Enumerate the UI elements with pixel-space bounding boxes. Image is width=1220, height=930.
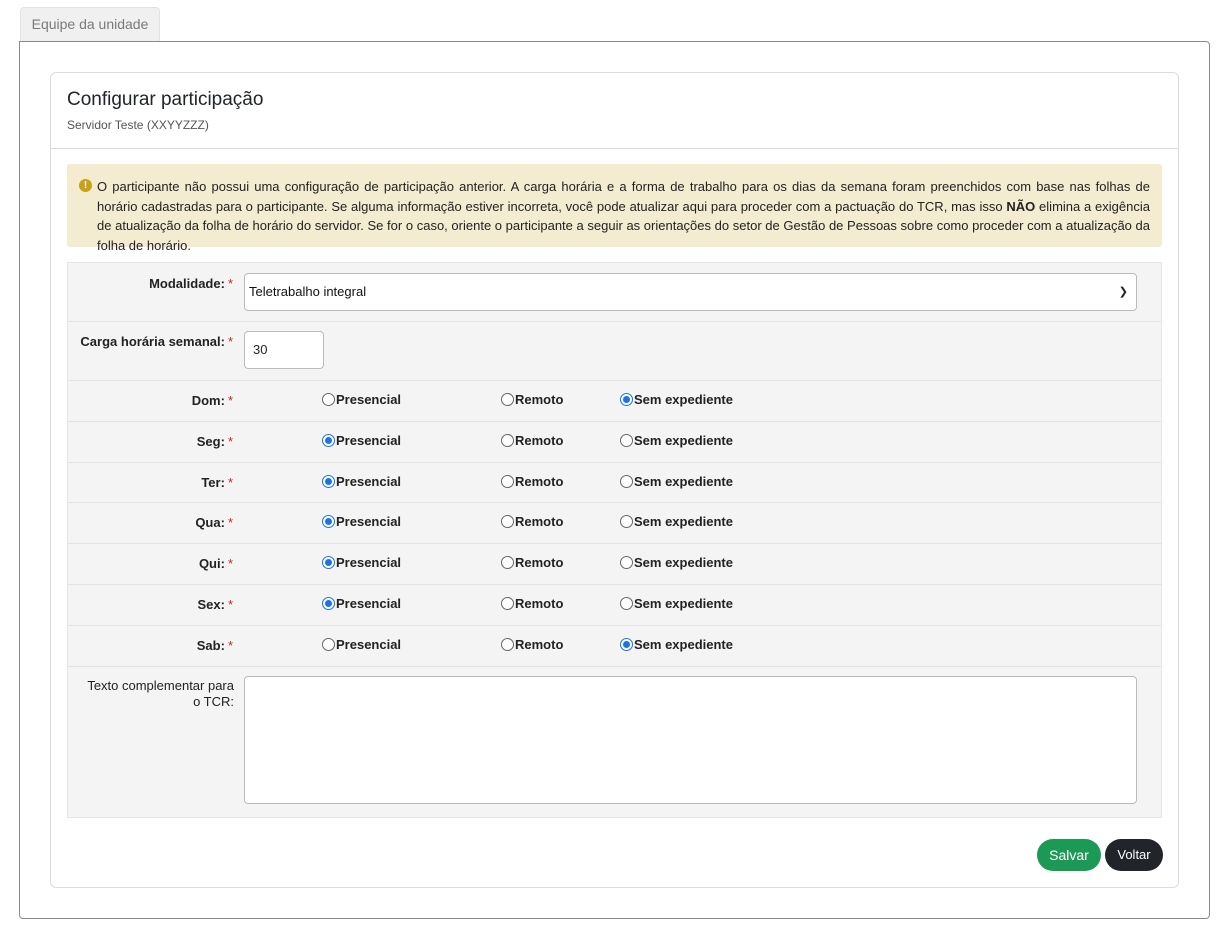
exclamation-icon: ! bbox=[79, 179, 92, 192]
radio-label-remoto: Remoto bbox=[515, 596, 564, 611]
radio-remoto[interactable] bbox=[501, 475, 514, 488]
alert-text-bold: NÃO bbox=[1006, 198, 1036, 214]
row-texto-complementar: Texto complementar para o TCR: bbox=[68, 666, 1161, 818]
radio-sem[interactable] bbox=[620, 393, 633, 406]
radio-remoto[interactable] bbox=[501, 556, 514, 569]
row-day: Sex: * Presencial Remoto Sem expediente bbox=[68, 584, 1161, 626]
radio-presencial[interactable] bbox=[322, 393, 335, 406]
carga-horaria-input[interactable]: 30 bbox=[244, 331, 324, 369]
day-label: Sex: * bbox=[197, 597, 233, 612]
radio-sem[interactable] bbox=[620, 475, 633, 488]
day-label: Sab: * bbox=[196, 638, 233, 653]
carga-label: Carga horária semanal: * bbox=[80, 334, 233, 349]
radio-label-presencial: Presencial bbox=[336, 596, 402, 611]
radio-label-sem: Sem expediente bbox=[634, 433, 733, 448]
radio-presencial[interactable] bbox=[322, 638, 335, 651]
radio-label-sem: Sem expediente bbox=[634, 474, 733, 489]
radio-remoto[interactable] bbox=[501, 597, 514, 610]
radio-sem[interactable] bbox=[620, 638, 633, 651]
radio-sem[interactable] bbox=[620, 434, 633, 447]
modalidade-value: Teletrabalho integral bbox=[249, 284, 367, 299]
radio-label-presencial: Presencial bbox=[336, 474, 402, 489]
radio-label-presencial: Presencial bbox=[336, 514, 402, 529]
texto-complementar-textarea[interactable] bbox=[244, 676, 1137, 804]
radio-presencial[interactable] bbox=[322, 475, 335, 488]
row-day: Sab: * Presencial Remoto Sem expediente bbox=[68, 625, 1161, 667]
chevron-down-icon: ❯ bbox=[1118, 286, 1128, 298]
radio-label-remoto: Remoto bbox=[515, 555, 564, 570]
radio-label-sem: Sem expediente bbox=[634, 555, 733, 570]
card-header: Configurar participação Servidor Teste (… bbox=[51, 73, 1178, 149]
radio-remoto[interactable] bbox=[501, 638, 514, 651]
row-day: Qui: * Presencial Remoto Sem expediente bbox=[68, 543, 1161, 585]
radio-label-presencial: Presencial bbox=[336, 433, 402, 448]
participation-form: Modalidade: * Teletrabalho integral ❯ Car… bbox=[67, 262, 1162, 818]
day-label: Dom: * bbox=[191, 393, 233, 408]
day-label: Qua: * bbox=[195, 515, 233, 530]
radio-label-remoto: Remoto bbox=[515, 637, 564, 652]
radio-remoto[interactable] bbox=[501, 393, 514, 406]
radio-label-presencial: Presencial bbox=[336, 555, 402, 570]
modalidade-select[interactable]: Teletrabalho integral ❯ bbox=[244, 273, 1137, 311]
radio-label-sem: Sem expediente bbox=[634, 596, 733, 611]
page-title: Configurar participação bbox=[67, 89, 264, 110]
modalidade-label: Modalidade: * bbox=[149, 276, 233, 291]
radio-presencial[interactable] bbox=[322, 434, 335, 447]
radio-remoto[interactable] bbox=[501, 434, 514, 447]
radio-label-presencial: Presencial bbox=[336, 392, 402, 407]
radio-presencial[interactable] bbox=[322, 597, 335, 610]
config-card: Configurar participação Servidor Teste (… bbox=[50, 72, 1179, 888]
row-day: Dom: * Presencial Remoto Sem expediente bbox=[68, 380, 1161, 422]
warning-alert: ! O participante não possui uma configur… bbox=[67, 164, 1162, 253]
radio-label-sem: Sem expediente bbox=[634, 392, 733, 407]
tab-equipe-da-unidade[interactable]: Equipe da unidade bbox=[20, 7, 160, 42]
back-button[interactable]: Voltar bbox=[1105, 839, 1163, 871]
radio-remoto[interactable] bbox=[501, 515, 514, 528]
row-modalidade: Modalidade: * Teletrabalho integral ❯ bbox=[68, 263, 1161, 322]
alert-text-before: O participante não possui uma configuraç… bbox=[97, 179, 1150, 214]
radio-sem[interactable] bbox=[620, 556, 633, 569]
radio-label-remoto: Remoto bbox=[515, 392, 564, 407]
radio-label-sem: Sem expediente bbox=[634, 514, 733, 529]
row-day: Ter: * Presencial Remoto Sem expediente bbox=[68, 462, 1161, 503]
radio-presencial[interactable] bbox=[322, 556, 335, 569]
radio-sem[interactable] bbox=[620, 515, 633, 528]
save-button[interactable]: Salvar bbox=[1037, 839, 1101, 871]
day-label: Ter: * bbox=[201, 475, 233, 490]
row-day: Qua: * Presencial Remoto Sem expediente bbox=[68, 502, 1161, 544]
radio-label-remoto: Remoto bbox=[515, 474, 564, 489]
day-label: Seg: * bbox=[196, 434, 233, 449]
radio-label-remoto: Remoto bbox=[515, 433, 564, 448]
radio-label-presencial: Presencial bbox=[336, 637, 402, 652]
radio-label-sem: Sem expediente bbox=[634, 637, 733, 652]
radio-presencial[interactable] bbox=[322, 515, 335, 528]
row-day: Seg: * Presencial Remoto Sem expediente bbox=[68, 421, 1161, 463]
radio-label-remoto: Remoto bbox=[515, 514, 564, 529]
day-label: Qui: * bbox=[198, 556, 233, 571]
row-carga-horaria: Carga horária semanal: * 30 bbox=[68, 321, 1161, 381]
radio-sem[interactable] bbox=[620, 597, 633, 610]
page-subtitle: Servidor Teste (XXYYZZZ) bbox=[67, 118, 209, 132]
texto-label: Texto complementar para o TCR: bbox=[87, 678, 234, 709]
